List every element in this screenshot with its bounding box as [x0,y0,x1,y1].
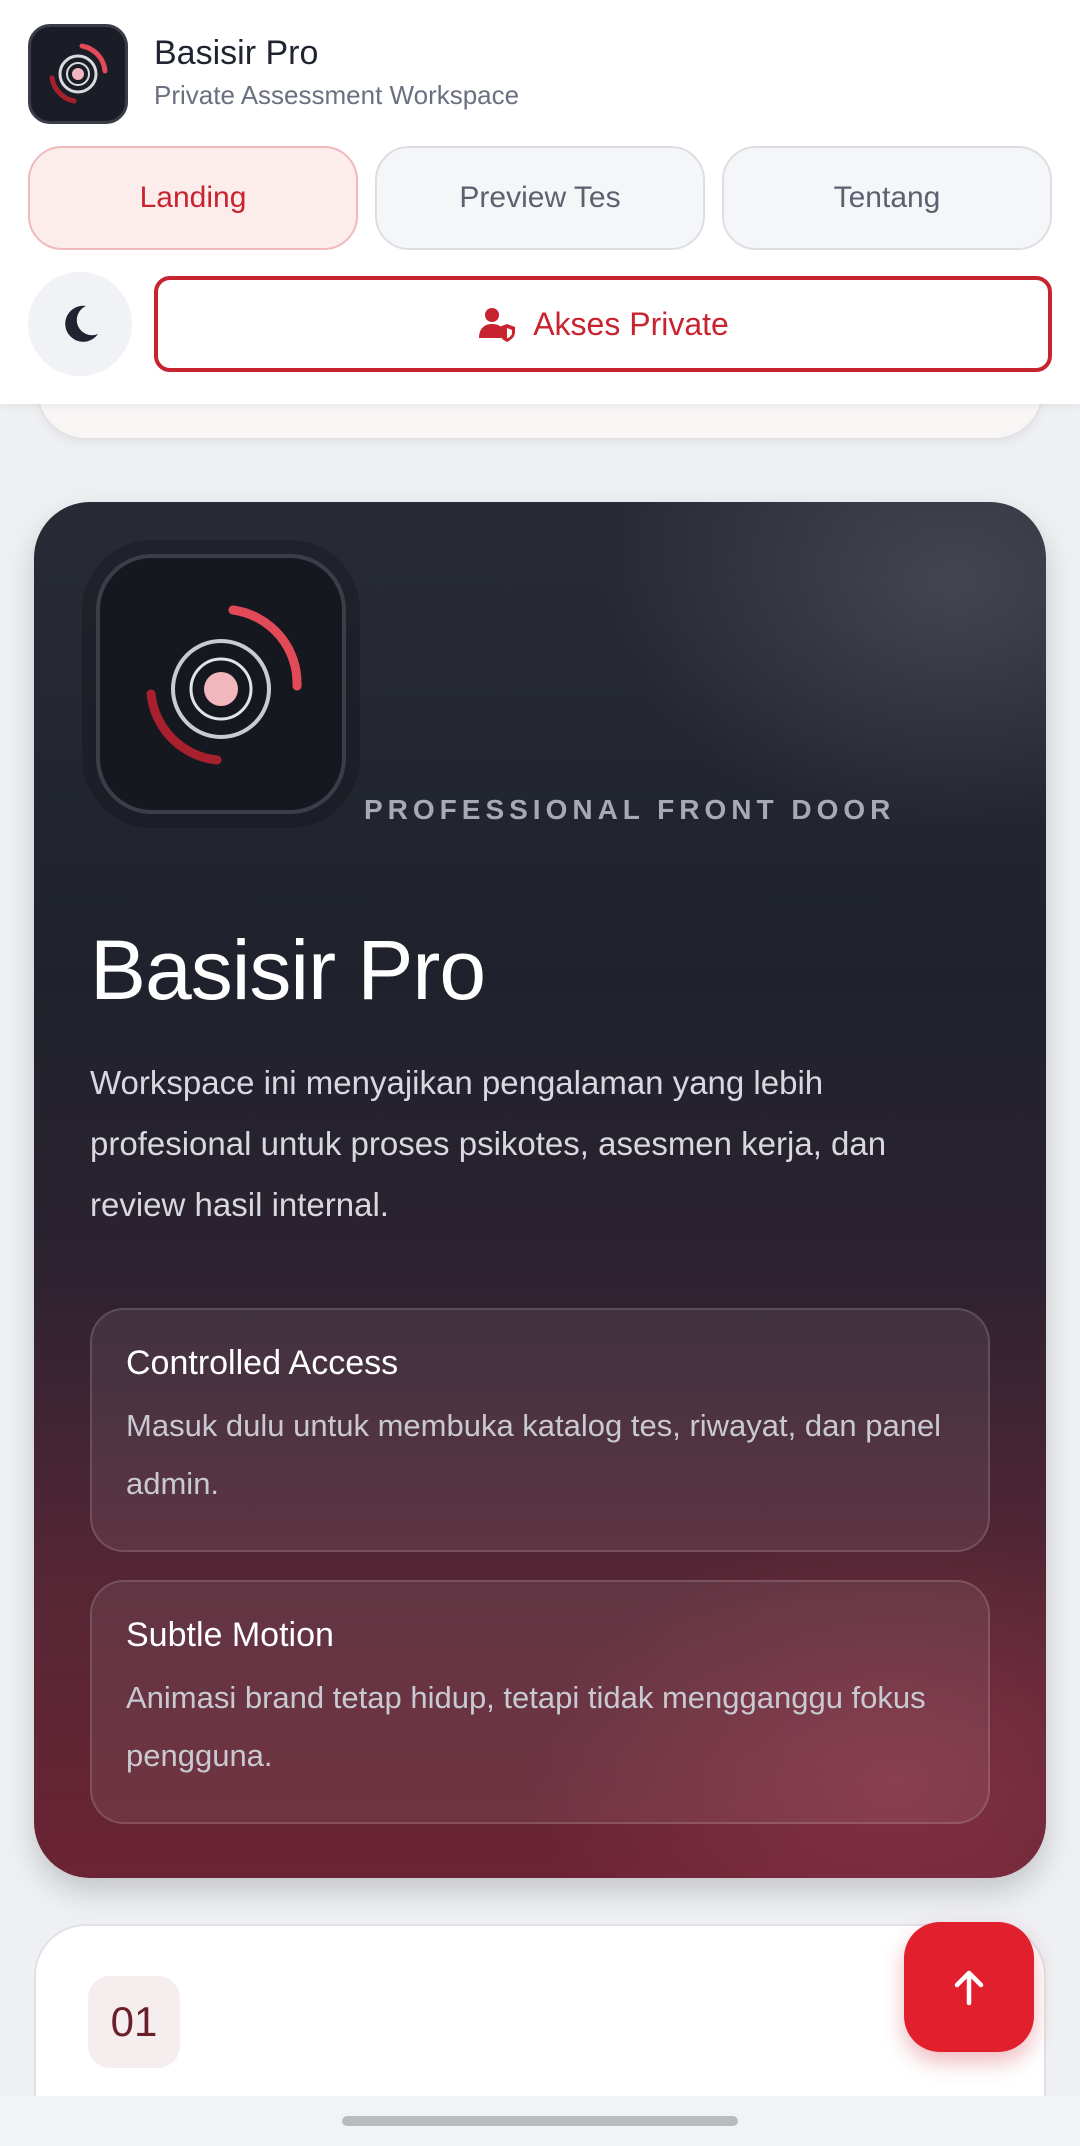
home-indicator[interactable] [342,2116,738,2126]
user-shield-icon [479,308,516,342]
scroll-top-button[interactable] [904,1922,1034,2052]
feature-title: Controlled Access [126,1344,399,1382]
brand-logo[interactable] [28,24,128,124]
feature-description: Masuk dulu untuk membuka katalog tes, ri… [126,1408,942,1501]
brand-logo-icon [49,43,108,104]
hero-description: Workspace ini menyajikan pengalaman yang… [90,1064,887,1223]
tab-tentang[interactable]: Tentang [722,146,1052,250]
hero-title: Basisir Pro [90,923,486,1017]
brand-title: Basisir Pro [154,34,319,72]
hero-logo [96,554,346,814]
step-number-badge: 01 [88,1976,180,2068]
theme-toggle-button[interactable] [28,272,132,376]
tab-preview-tes[interactable]: Preview Tes [375,146,705,250]
brand-subtitle: Private Assessment Workspace [154,80,520,110]
brand-mark-icon [146,605,302,765]
tab-landing[interactable]: Landing [28,146,358,250]
feature-title: Subtle Motion [126,1616,334,1654]
akses-private-button[interactable]: Akses Private [154,276,1052,372]
app-header: Basisir Pro Private Assessment Workspace… [0,0,1080,404]
arrow-up-icon [954,1970,984,2006]
feature-card-controlled-access: Controlled Access Masuk dulu untuk membu… [90,1308,990,1552]
akses-private-label: Akses Private [533,305,729,342]
hero-card: PROFESSIONAL FRONT DOOR Basisir Pro Work… [34,502,1046,1878]
hero-eyebrow: PROFESSIONAL FRONT DOOR [364,794,896,825]
moon-icon [65,305,98,342]
feature-card-subtle-motion: Subtle Motion Animasi brand tetap hidup,… [90,1580,990,1824]
feature-description: Animasi brand tetap hidup, tetapi tidak … [126,1680,926,1773]
